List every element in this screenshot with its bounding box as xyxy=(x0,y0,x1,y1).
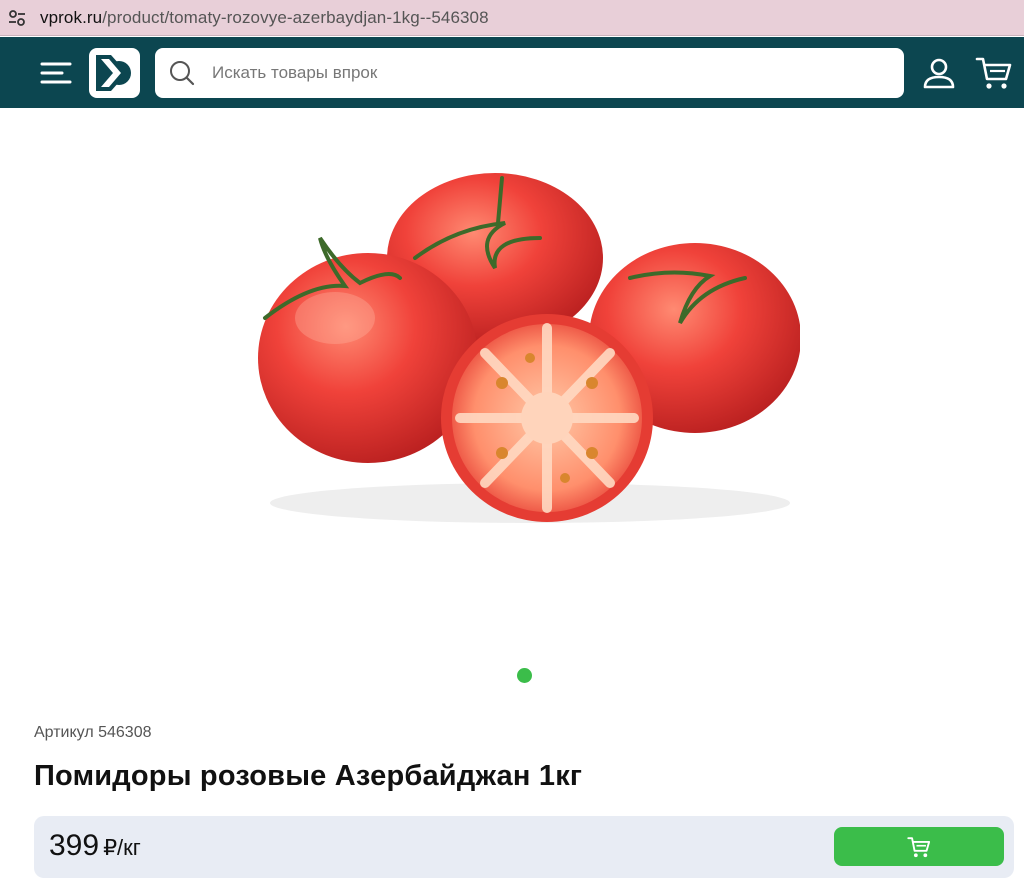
user-icon xyxy=(923,58,955,89)
menu-icon xyxy=(40,62,72,84)
price-bar: 399 ₽/кг xyxy=(34,816,1014,878)
add-to-cart-button[interactable] xyxy=(834,827,1004,866)
logo[interactable] xyxy=(89,48,140,98)
cart-button[interactable] xyxy=(974,54,1014,92)
menu-button[interactable] xyxy=(38,57,74,89)
user-button[interactable] xyxy=(920,56,958,90)
url-host: vprok.ru xyxy=(40,7,103,27)
product-image xyxy=(258,173,800,523)
product-article: Артикул 546308 xyxy=(34,724,152,741)
price-unit: ₽/кг xyxy=(103,835,141,860)
site-settings-icon[interactable] xyxy=(2,3,32,33)
product-gallery[interactable] xyxy=(0,108,1024,698)
gallery-dot-active[interactable] xyxy=(517,668,532,683)
url-path: /product/tomaty-rozovye-azerbaydjan-1kg-… xyxy=(102,7,489,27)
site-header xyxy=(0,37,1024,108)
cart-icon xyxy=(907,836,931,857)
cart-icon xyxy=(975,57,1012,89)
search-box[interactable] xyxy=(155,48,904,98)
product-title: Помидоры розовые Азербайджан 1кг xyxy=(34,760,583,792)
browser-address-bar[interactable]: vprok.ru/product/tomaty-rozovye-azerbayd… xyxy=(0,0,1024,36)
product-price: 399 ₽/кг xyxy=(49,829,141,863)
search-icon[interactable] xyxy=(168,59,196,87)
url-text[interactable]: vprok.ru/product/tomaty-rozovye-azerbayd… xyxy=(40,8,489,28)
price-value: 399 xyxy=(49,829,100,862)
search-input[interactable] xyxy=(210,62,874,84)
